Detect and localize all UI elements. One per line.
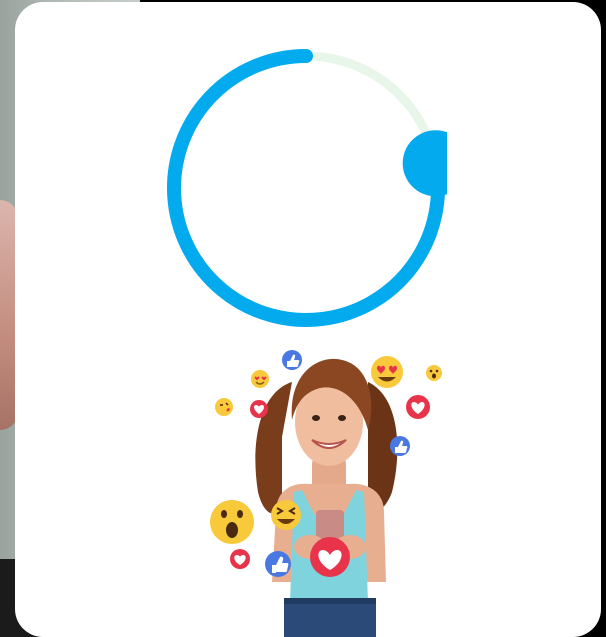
loading-spinner bbox=[165, 47, 447, 329]
heart-icon bbox=[406, 395, 430, 419]
thumbs-up-icon bbox=[282, 350, 302, 370]
spinner-knob bbox=[402, 130, 447, 197]
loading-card bbox=[15, 2, 601, 637]
woman-with-phone bbox=[255, 358, 398, 637]
heart-icon bbox=[230, 549, 250, 569]
laugh-icon bbox=[271, 500, 301, 530]
heart-eyes-icon bbox=[371, 356, 403, 388]
heart-eyes-icon bbox=[251, 370, 269, 388]
screen bbox=[0, 0, 606, 637]
thumbs-up-icon bbox=[265, 551, 291, 577]
social-media-illustration bbox=[180, 342, 460, 637]
thumbs-up-icon bbox=[390, 436, 410, 456]
heart-icon bbox=[310, 537, 350, 577]
surprised-icon bbox=[210, 500, 254, 544]
surprised-icon bbox=[426, 365, 442, 381]
kiss-icon bbox=[215, 398, 233, 416]
heart-icon bbox=[250, 400, 268, 418]
